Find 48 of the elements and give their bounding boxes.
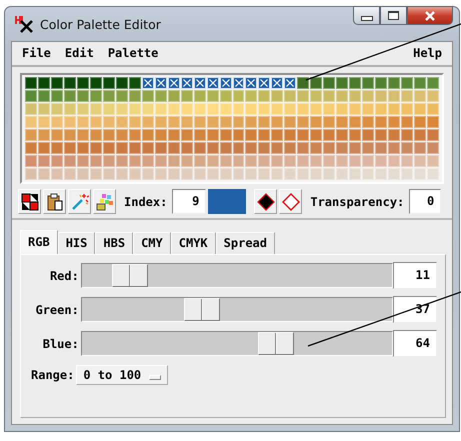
tab[interactable]: CMYK [170, 232, 216, 254]
color-cell[interactable] [220, 77, 232, 89]
index-field[interactable]: 9 [172, 189, 206, 214]
index-label: Index: [124, 194, 168, 208]
menu-item[interactable]: File [22, 46, 51, 60]
slider-thumb[interactable] [184, 298, 220, 321]
tab[interactable]: HBS [95, 232, 134, 254]
slider-label: Red: [48, 268, 79, 282]
transparency-field[interactable]: 0 [409, 189, 442, 214]
color-cell[interactable] [142, 77, 154, 89]
window-title: Color Palette Editor [40, 16, 161, 32]
color-cell[interactable] [206, 77, 219, 89]
maximize-button[interactable] [380, 6, 407, 25]
tab[interactable]: RGB [20, 230, 58, 254]
color-cell[interactable] [245, 77, 258, 89]
app-icon [15, 15, 35, 33]
color-cell[interactable] [271, 77, 284, 89]
slider-thumb[interactable] [112, 264, 148, 287]
value-field[interactable]: 64 [392, 330, 437, 357]
color-swatch [208, 189, 246, 214]
value-field[interactable]: 11 [392, 262, 437, 289]
color-cell[interactable] [232, 77, 244, 89]
color-cell[interactable] [194, 77, 206, 89]
squares-icon[interactable] [18, 189, 41, 214]
minimize-button[interactable] [353, 6, 380, 25]
menu-item[interactable]: Edit [64, 46, 94, 60]
menu-item[interactable]: Help [413, 46, 442, 60]
color-cell[interactable] [180, 77, 193, 89]
magic-wand-icon[interactable] [68, 189, 91, 214]
slider-thumb[interactable] [258, 332, 294, 355]
tab[interactable]: HIS [58, 232, 96, 254]
tab[interactable]: CMY [133, 232, 171, 254]
dropdown-indicator-icon [149, 374, 162, 380]
range-label: Range: [31, 368, 74, 382]
tab[interactable]: Spread [216, 232, 276, 254]
color-chips-icon[interactable] [93, 189, 116, 214]
color-cell[interactable] [258, 77, 270, 89]
slider-label: Blue: [42, 336, 79, 350]
clipboard-icon[interactable] [43, 189, 66, 214]
color-cell[interactable] [284, 77, 296, 89]
close-button[interactable] [407, 6, 453, 25]
slider-label: Green: [34, 302, 79, 316]
range-dropdown[interactable]: 0 to 100 [76, 365, 168, 385]
menu-item[interactable]: Palette [108, 46, 158, 60]
color-cell[interactable] [154, 77, 167, 89]
close-icon [424, 10, 436, 20]
transparency-label: Transparency: [310, 194, 404, 208]
color-cell[interactable] [168, 77, 180, 89]
